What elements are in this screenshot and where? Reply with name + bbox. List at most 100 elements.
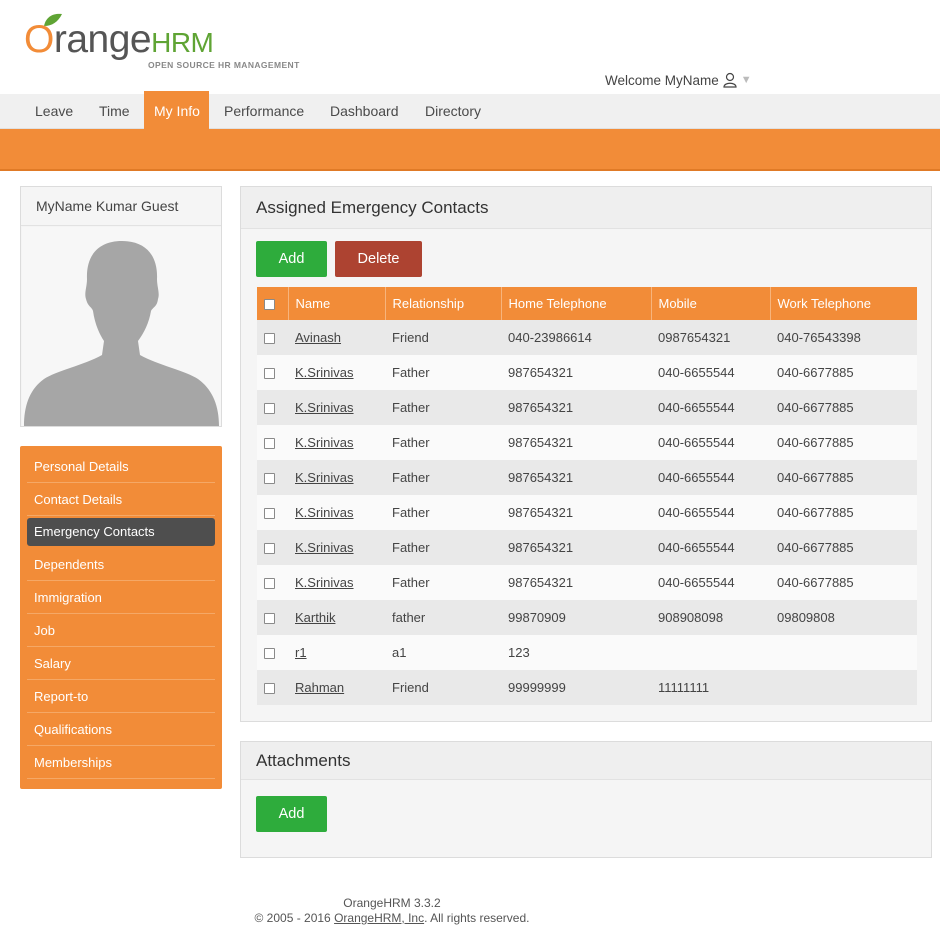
column-header-name[interactable]: Name xyxy=(288,287,386,320)
row-checkbox[interactable] xyxy=(264,613,275,625)
row-checkbox[interactable] xyxy=(264,648,275,660)
emergency-contacts-body: Avinash Friend 040-23986614 0987654321 040-7… xyxy=(257,320,917,705)
cell-mobile xyxy=(651,635,770,670)
column-header-work-telephone[interactable]: Work Telephone xyxy=(770,287,917,320)
tab-directory[interactable]: Directory xyxy=(415,94,491,129)
cell-relationship: Father xyxy=(385,530,501,565)
add-attachment-button[interactable]: Add xyxy=(256,796,327,832)
profile-photo[interactable] xyxy=(22,227,221,426)
contact-name-link[interactable]: K.Srinivas xyxy=(295,435,354,450)
sidemenu-contact-details[interactable]: Contact Details xyxy=(27,483,215,516)
cell-relationship: Father xyxy=(385,390,501,425)
sidemenu-personal-details[interactable]: Personal Details xyxy=(27,450,215,483)
contact-name-link[interactable]: r1 xyxy=(295,645,307,660)
contact-name-link[interactable]: K.Srinivas xyxy=(295,575,354,590)
sidemenu-job[interactable]: Job xyxy=(27,614,215,647)
emergency-contacts-panel: Assigned Emergency Contacts Add Delete N… xyxy=(240,186,932,722)
sidemenu-qualifications[interactable]: Qualifications xyxy=(27,713,215,746)
logo-o: O xyxy=(24,18,54,61)
sidemenu-dependents[interactable]: Dependents xyxy=(27,548,215,581)
cell-home-telephone: 987654321 xyxy=(501,355,651,390)
cell-mobile: 040-6655544 xyxy=(651,425,770,460)
cell-home-telephone: 99870909 xyxy=(501,600,651,635)
contact-name-link[interactable]: K.Srinivas xyxy=(295,365,354,380)
row-checkbox[interactable] xyxy=(264,333,275,345)
row-checkbox[interactable] xyxy=(264,578,275,590)
cell-home-telephone: 987654321 xyxy=(501,460,651,495)
row-checkbox[interactable] xyxy=(264,508,275,520)
tab-my-info[interactable]: My Info xyxy=(144,91,209,129)
user-icon xyxy=(723,72,737,88)
profile-silhouette-icon xyxy=(24,241,219,426)
cell-name: K.Srinivas xyxy=(288,495,385,530)
contact-name-link[interactable]: K.Srinivas xyxy=(295,540,354,555)
cell-name: K.Srinivas xyxy=(288,425,385,460)
row-select-cell xyxy=(257,565,288,600)
tab-performance[interactable]: Performance xyxy=(214,94,314,129)
table-row: K.Srinivas Father 987654321 040-6655544 040-… xyxy=(257,355,917,390)
contact-name-link[interactable]: K.Srinivas xyxy=(295,400,354,415)
cell-mobile: 040-6655544 xyxy=(651,530,770,565)
row-select-cell xyxy=(257,670,288,705)
row-checkbox[interactable] xyxy=(264,543,275,555)
cell-work-telephone: 040-6677885 xyxy=(770,460,917,495)
cell-work-telephone: 040-6677885 xyxy=(770,355,917,390)
sidemenu-immigration[interactable]: Immigration xyxy=(27,581,215,614)
logo-tagline: OPEN SOURCE HR MANAGEMENT xyxy=(148,60,300,70)
cell-mobile: 040-6655544 xyxy=(651,495,770,530)
employee-name: MyName Kumar Guest xyxy=(21,187,221,226)
column-header-home-telephone[interactable]: Home Telephone xyxy=(501,287,652,320)
table-row: r1 a1 123 xyxy=(257,635,917,670)
emergency-contacts-title: Assigned Emergency Contacts xyxy=(241,187,931,229)
row-checkbox[interactable] xyxy=(264,438,275,450)
table-row: Karthik father 99870909 908908098 09809808 xyxy=(257,600,917,635)
logo-wordmark: OrangeHRM xyxy=(24,18,214,61)
table-row: K.Srinivas Father 987654321 040-6655544 040-… xyxy=(257,565,917,600)
cell-work-telephone xyxy=(770,670,917,705)
row-checkbox[interactable] xyxy=(264,473,275,485)
row-checkbox[interactable] xyxy=(264,683,275,695)
footer: OrangeHRM 3.3.2 © 2005 - 2016 OrangeHRM,… xyxy=(0,896,784,926)
profile-card: MyName Kumar Guest xyxy=(20,186,222,427)
tab-leave[interactable]: Leave xyxy=(25,94,83,129)
cell-relationship: Friend xyxy=(385,670,501,705)
select-all-checkbox[interactable] xyxy=(264,299,275,311)
copyright-suffix: . All rights reserved. xyxy=(424,911,530,925)
sidemenu-report-to[interactable]: Report-to xyxy=(27,680,215,713)
row-select-cell xyxy=(257,530,288,565)
add-contact-button[interactable]: Add xyxy=(256,241,327,277)
company-link[interactable]: OrangeHRM, Inc xyxy=(334,911,424,925)
sidemenu-emergency-contacts[interactable]: Emergency Contacts xyxy=(27,518,215,546)
sidemenu-salary[interactable]: Salary xyxy=(27,647,215,680)
column-header-relationship[interactable]: Relationship xyxy=(385,287,502,320)
delete-contact-button[interactable]: Delete xyxy=(335,241,422,277)
welcome-menu[interactable]: Welcome MyName ▼ xyxy=(605,72,752,88)
row-select-cell xyxy=(257,635,288,670)
row-select-cell xyxy=(257,495,288,530)
row-select-cell xyxy=(257,355,288,390)
cell-name: K.Srinivas xyxy=(288,355,385,390)
cell-mobile: 0987654321 xyxy=(651,320,770,355)
contact-name-link[interactable]: K.Srinivas xyxy=(295,505,354,520)
table-row: K.Srinivas Father 987654321 040-6655544 040-… xyxy=(257,425,917,460)
tab-time[interactable]: Time xyxy=(89,94,140,129)
contact-name-link[interactable]: Avinash xyxy=(295,330,341,345)
orangehrm-logo[interactable]: OrangeHRM OPEN SOURCE HR MANAGEMENT xyxy=(24,12,314,74)
copyright-prefix: © 2005 - 2016 xyxy=(254,911,335,925)
row-checkbox[interactable] xyxy=(264,403,275,415)
cell-relationship: Father xyxy=(385,355,501,390)
contact-name-link[interactable]: K.Srinivas xyxy=(295,470,354,485)
column-header-mobile[interactable]: Mobile xyxy=(651,287,771,320)
contact-name-link[interactable]: Karthik xyxy=(295,610,335,625)
row-checkbox[interactable] xyxy=(264,368,275,380)
cell-home-telephone: 040-23986614 xyxy=(501,320,651,355)
cell-home-telephone: 987654321 xyxy=(501,565,651,600)
cell-mobile: 11111111 xyxy=(651,670,770,705)
contact-name-link[interactable]: Rahman xyxy=(295,680,344,695)
welcome-text: Welcome MyName xyxy=(605,72,719,88)
cell-relationship: Friend xyxy=(385,320,501,355)
cell-name: K.Srinivas xyxy=(288,565,385,600)
tab-dashboard[interactable]: Dashboard xyxy=(320,94,409,129)
sidemenu-memberships[interactable]: Memberships xyxy=(27,746,215,779)
row-select-cell xyxy=(257,425,288,460)
